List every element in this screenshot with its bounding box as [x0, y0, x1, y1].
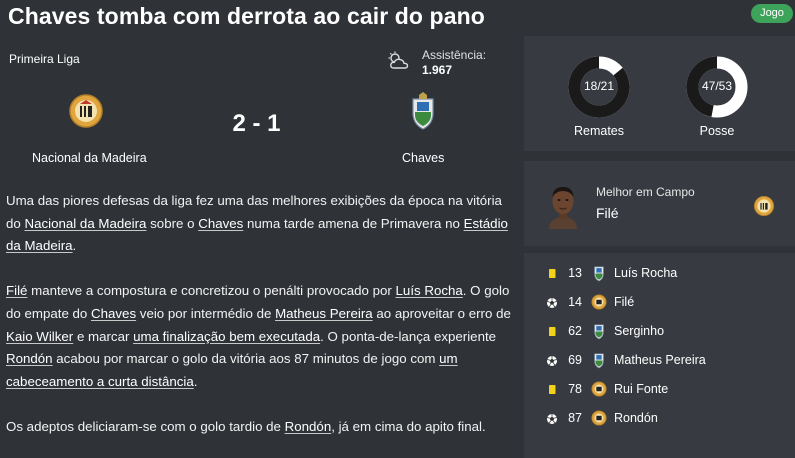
- event-minute: 69: [568, 353, 582, 367]
- goal-ball-icon: [546, 412, 558, 424]
- report-text: .: [72, 238, 77, 254]
- report-paragraph: Filé manteve a compostura e concretizou …: [6, 280, 511, 393]
- event-player[interactable]: Luís Rocha: [614, 266, 677, 280]
- motm-label: Melhor em Campo: [596, 185, 695, 199]
- event-minute: 87: [568, 411, 582, 425]
- report-text: , já em cima do apito final.: [331, 418, 486, 434]
- possession-value: 47/53: [701, 79, 733, 93]
- report-link[interactable]: Nacional da Madeira: [25, 216, 147, 231]
- report-link[interactable]: Chaves: [91, 306, 136, 321]
- yellow-card-icon: [546, 383, 558, 395]
- event-minute: 78: [568, 382, 582, 396]
- event-row[interactable]: 13 Luís Rocha: [524, 259, 795, 288]
- stats-panel: 18/21 Remates 47/53 Posse: [524, 36, 795, 151]
- cloud-sun-icon: [388, 51, 409, 69]
- goal-ball-icon: [546, 296, 558, 308]
- event-minute: 62: [568, 324, 582, 338]
- event-player[interactable]: Rondón: [614, 411, 658, 425]
- report-link[interactable]: uma finalização bem executada: [133, 329, 320, 344]
- event-row[interactable]: 69 Matheus Pereira: [524, 346, 795, 375]
- match-report-area: Primeira Liga Assistência: 1.967 2 - 1 N…: [0, 36, 520, 458]
- score: 2 - 1: [232, 110, 281, 137]
- competition-name[interactable]: Primeira Liga: [9, 52, 80, 66]
- attendance-value: 1.967: [422, 63, 453, 77]
- yellow-card-icon: [546, 325, 558, 337]
- event-row[interactable]: 78 Rui Fonte: [524, 375, 795, 404]
- chaves-crest-icon[interactable]: [405, 91, 441, 131]
- event-player[interactable]: Matheus Pereira: [614, 353, 706, 367]
- goal-ball-icon: [546, 354, 558, 366]
- report-link[interactable]: Matheus Pereira: [275, 306, 373, 321]
- chaves-crest-icon: [591, 351, 607, 369]
- report-link[interactable]: Kaio Wilker: [6, 329, 73, 344]
- report-link[interactable]: Filé: [6, 283, 27, 298]
- report-paragraph: Os adeptos deliciaram-se com o golo tard…: [6, 416, 511, 439]
- report-text: . O ponta-de-lança experiente: [320, 328, 497, 344]
- nacional-crest-icon: [591, 409, 607, 427]
- report-text: e marcar: [73, 328, 134, 344]
- man-of-the-match-panel: Melhor em Campo Filé: [524, 161, 795, 246]
- home-team-name[interactable]: Nacional da Madeira: [32, 151, 147, 165]
- report-text: numa tarde amena de Primavera no: [243, 215, 464, 231]
- report-text: sobre o: [146, 215, 199, 231]
- report-link[interactable]: Chaves: [198, 216, 243, 231]
- event-player[interactable]: Serginho: [614, 324, 664, 338]
- event-row[interactable]: 87 Rondón: [524, 404, 795, 433]
- match-badge[interactable]: Jogo: [751, 4, 793, 23]
- report-text: manteve a compostura e concretizou o pen…: [27, 283, 396, 299]
- nacional-crest-icon: [591, 293, 607, 311]
- report-text: Os adeptos deliciaram-se com o golo tard…: [6, 418, 285, 434]
- event-row[interactable]: 14 Filé: [524, 288, 795, 317]
- event-row[interactable]: 62 Serginho: [524, 317, 795, 346]
- nacional-crest-icon[interactable]: [68, 91, 104, 131]
- report-paragraph: Uma das piores defesas da liga fez uma d…: [6, 190, 511, 258]
- report-text: .: [193, 373, 198, 389]
- event-minute: 14: [568, 295, 582, 309]
- report-text: veio por intermédio de: [136, 305, 276, 321]
- away-team-name[interactable]: Chaves: [402, 151, 444, 165]
- possession-label: Posse: [699, 124, 735, 138]
- player-face-icon[interactable]: [546, 183, 580, 229]
- chaves-crest-icon: [591, 322, 607, 340]
- shots-value: 18/21: [583, 79, 615, 93]
- attendance-label: Assistência:: [422, 48, 487, 62]
- event-player[interactable]: Filé: [614, 295, 634, 309]
- report-link[interactable]: Rondón: [6, 351, 53, 366]
- page-title: Chaves tomba com derrota ao cair do pano: [8, 3, 485, 29]
- report-link[interactable]: Luís Rocha: [396, 283, 463, 298]
- match-events-panel: 13 Luís Rocha 14 Filé 62 Serginho 69 Matheus Pe…: [524, 253, 795, 458]
- nacional-crest-icon[interactable]: [753, 194, 775, 218]
- yellow-card-icon: [546, 267, 558, 279]
- chaves-crest-icon: [591, 264, 607, 282]
- event-player[interactable]: Rui Fonte: [614, 382, 668, 396]
- report-link[interactable]: Rondón: [285, 419, 332, 434]
- shots-label: Remates: [573, 124, 625, 138]
- match-report-text: Uma das piores defesas da liga fez uma d…: [6, 190, 511, 458]
- nacional-crest-icon: [591, 380, 607, 398]
- event-minute: 13: [568, 266, 582, 280]
- report-text: ao aproveitar o erro de: [372, 305, 511, 321]
- motm-player-name[interactable]: Filé: [596, 205, 619, 221]
- report-text: acabou por marcar o golo da vitória aos …: [52, 351, 440, 367]
